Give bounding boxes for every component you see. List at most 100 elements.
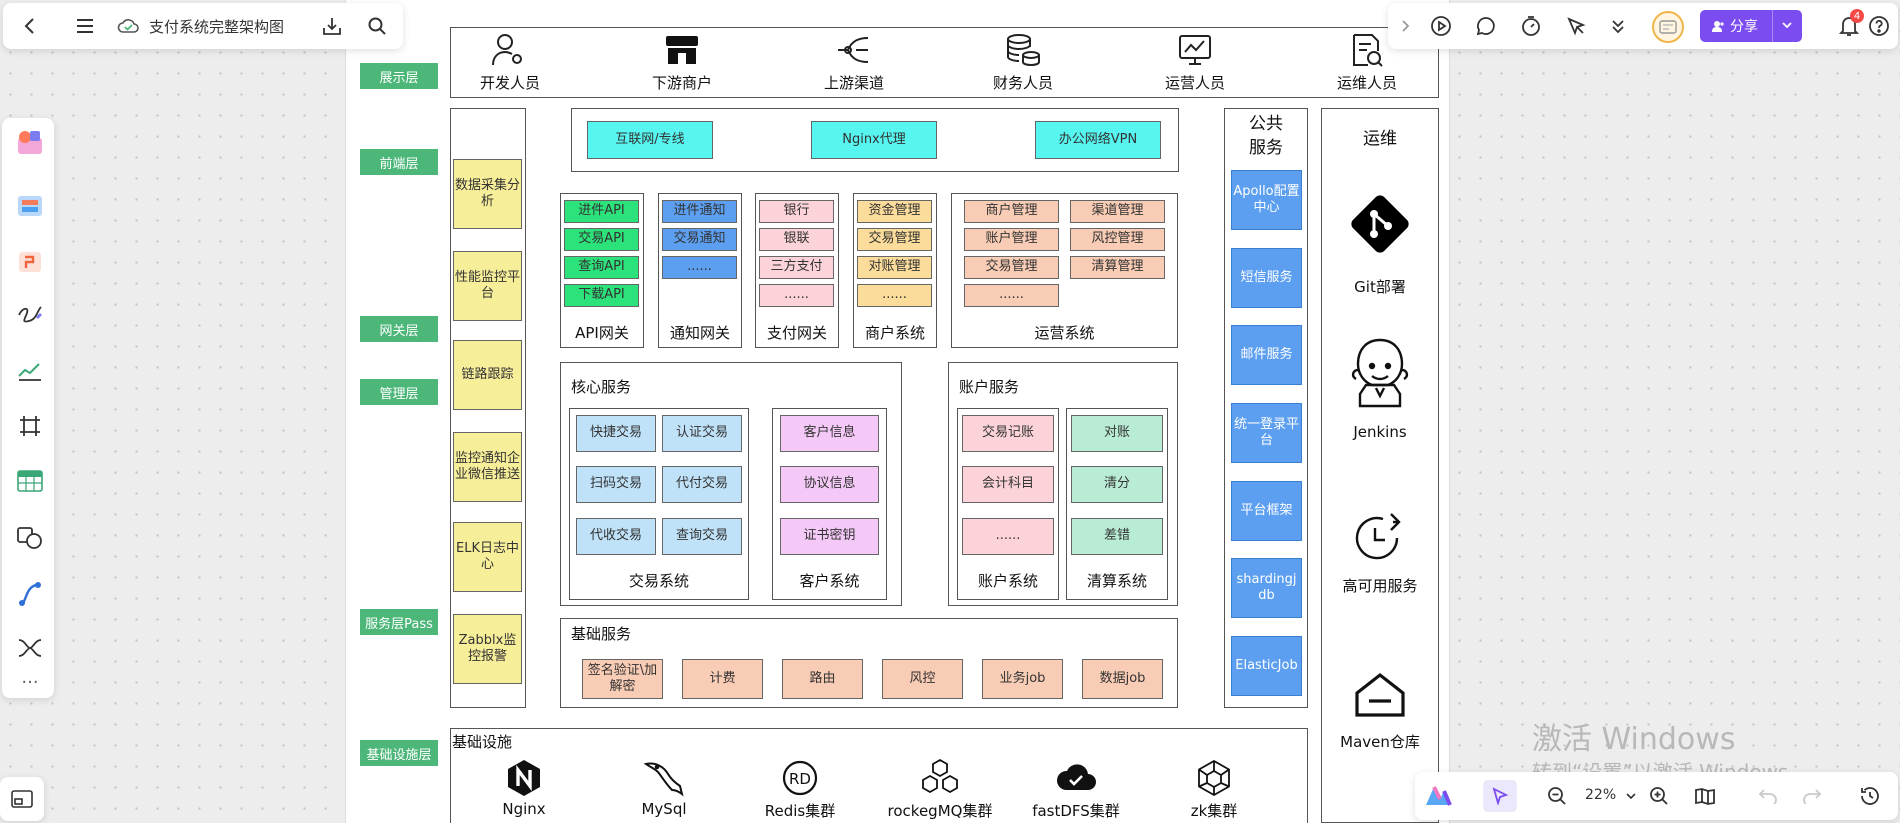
crossing-tool-icon[interactable]	[14, 632, 46, 664]
select-pointer-icon[interactable]	[1483, 780, 1517, 812]
share-button[interactable]: 分享	[1700, 10, 1802, 42]
nginx-icon	[504, 758, 544, 798]
merchant-item: ......	[857, 284, 932, 307]
zoom-out-icon[interactable]	[1542, 781, 1572, 811]
svg-text:RD: RD	[789, 770, 811, 788]
pay-item: 银行	[759, 200, 834, 223]
tool-elk: ELK日志中心	[453, 522, 522, 592]
layer-label-service: 服务层Pass	[360, 609, 438, 635]
ops-sys-title: 运营系统	[1034, 324, 1095, 342]
timer-icon[interactable]	[1516, 11, 1546, 41]
more-tools-icon[interactable]: ···	[14, 666, 46, 698]
user-label-dev: 开发人员	[479, 74, 540, 92]
collapse-arrow-icon[interactable]	[1392, 12, 1418, 40]
merchant-item: 交易管理	[857, 228, 932, 251]
zoom-level[interactable]: 22%	[1585, 787, 1616, 803]
pen-draw-icon[interactable]	[14, 298, 46, 330]
public-item-shardingjdb: shardingjdb	[1231, 558, 1302, 618]
bottom-right-toolbar: 22%	[1415, 772, 1898, 820]
laser-pointer-icon[interactable]	[1561, 11, 1591, 41]
minimap-toggle[interactable]	[0, 777, 44, 821]
maven-home-icon	[1350, 670, 1410, 720]
public-services-title: 公共服务	[1249, 114, 1283, 158]
trade-item: 快捷交易	[576, 415, 656, 452]
trade-item: 查询交易	[662, 518, 742, 555]
jenkins-icon	[1343, 335, 1417, 411]
reading-mode-icon[interactable]	[1690, 781, 1720, 811]
ai-assistant-icon[interactable]	[1423, 781, 1453, 811]
doc-title[interactable]: 支付系统完整架构图	[149, 16, 284, 37]
ops-item: 账户管理	[964, 228, 1059, 251]
zoom-dropdown-icon[interactable]	[1623, 785, 1639, 807]
undo-icon[interactable]	[1753, 781, 1783, 811]
customer-item: 客户信息	[780, 415, 879, 452]
notification-badge: 4	[1850, 9, 1864, 23]
clear-item: 对账	[1071, 415, 1163, 452]
mindmap-icon[interactable]	[14, 190, 46, 222]
clear-item: 差错	[1071, 518, 1163, 555]
pay-item: 三方支付	[759, 256, 834, 279]
net-internet: 互联网/专线	[587, 121, 713, 159]
merchant-sys-title: 商户系统	[864, 324, 925, 342]
public-item-sso: 统一登录平台	[1231, 403, 1302, 463]
more-down-icon[interactable]	[1603, 11, 1633, 41]
ops-item: 清算管理	[1070, 256, 1165, 279]
help-icon[interactable]	[1864, 11, 1894, 41]
api-item: 下载API	[564, 284, 639, 307]
chart-tool-icon[interactable]	[14, 354, 46, 386]
ops-item-jenkins: Jenkins	[1353, 423, 1407, 441]
infra-item-nginx: Nginx	[502, 800, 546, 818]
base-item: 数据job	[1082, 659, 1163, 699]
search-icon[interactable]	[361, 10, 393, 42]
shapes-tool-icon[interactable]	[14, 522, 46, 554]
download-icon[interactable]	[316, 10, 348, 42]
ops-item-ha: 高可用服务	[1342, 577, 1418, 595]
base-item: 业务job	[982, 659, 1063, 699]
redo-icon[interactable]	[1797, 781, 1827, 811]
merchant-item: 对账管理	[857, 256, 932, 279]
mysql-icon	[642, 758, 686, 798]
frame-tool-icon[interactable]	[14, 410, 46, 442]
trade-item: 扫码交易	[576, 466, 656, 503]
tool-zabbix: Zabblx监控报警	[453, 614, 522, 684]
ops-item: 交易管理	[964, 256, 1059, 279]
notify-item: 交易通知	[662, 228, 737, 251]
history-icon[interactable]	[1855, 781, 1885, 811]
customer-item: 证书密钥	[780, 518, 879, 555]
tool-alert-wechat: 监控通知企业微信推送	[453, 432, 522, 502]
infra-item-redis: Redis集群	[764, 802, 836, 820]
user-label-merchant: 下游商户	[651, 74, 712, 92]
base-item: 风控	[882, 659, 963, 699]
trade-item: 代收交易	[576, 518, 656, 555]
public-item-framework: 平台框架	[1231, 481, 1302, 541]
back-icon[interactable]	[13, 10, 45, 42]
notify-gateway-title: 通知网关	[669, 324, 730, 342]
share-dropdown-icon[interactable]	[1781, 19, 1793, 31]
api-item: 进件API	[564, 200, 639, 223]
customer-item: 协议信息	[780, 466, 879, 503]
tool-data-analysis: 数据采集分析	[453, 159, 522, 229]
hdfs-cloud-icon	[1054, 760, 1098, 796]
comment-icon[interactable]	[1471, 11, 1501, 41]
slides-icon[interactable]	[14, 246, 46, 278]
redis-icon: RD	[780, 758, 820, 798]
infra-item-mysql: MySql	[641, 800, 687, 818]
share-label: 分享	[1730, 19, 1758, 35]
public-item-apollo: Apollo配置中心	[1231, 170, 1302, 230]
customer-system-title: 客户系统	[799, 572, 860, 590]
table-tool-icon[interactable]	[14, 465, 46, 497]
pay-gateway-title: 支付网关	[766, 324, 827, 342]
templates-icon[interactable]	[14, 126, 46, 158]
account-system-title: 账户系统	[977, 572, 1038, 590]
user-label-ops: 运营人员	[1164, 74, 1225, 92]
connector-tool-icon[interactable]	[14, 578, 46, 610]
avatar[interactable]	[1652, 11, 1684, 43]
layer-label-frontend: 前端层	[360, 149, 438, 175]
ops-item: 商户管理	[964, 200, 1059, 223]
present-play-icon[interactable]	[1426, 11, 1456, 41]
zoom-in-icon[interactable]	[1644, 781, 1674, 811]
menu-icon[interactable]	[69, 10, 101, 42]
tool-perf-monitor: 性能监控平台	[453, 251, 522, 321]
account-services-title: 账户服务	[959, 378, 1020, 396]
pay-item: 银联	[759, 228, 834, 251]
